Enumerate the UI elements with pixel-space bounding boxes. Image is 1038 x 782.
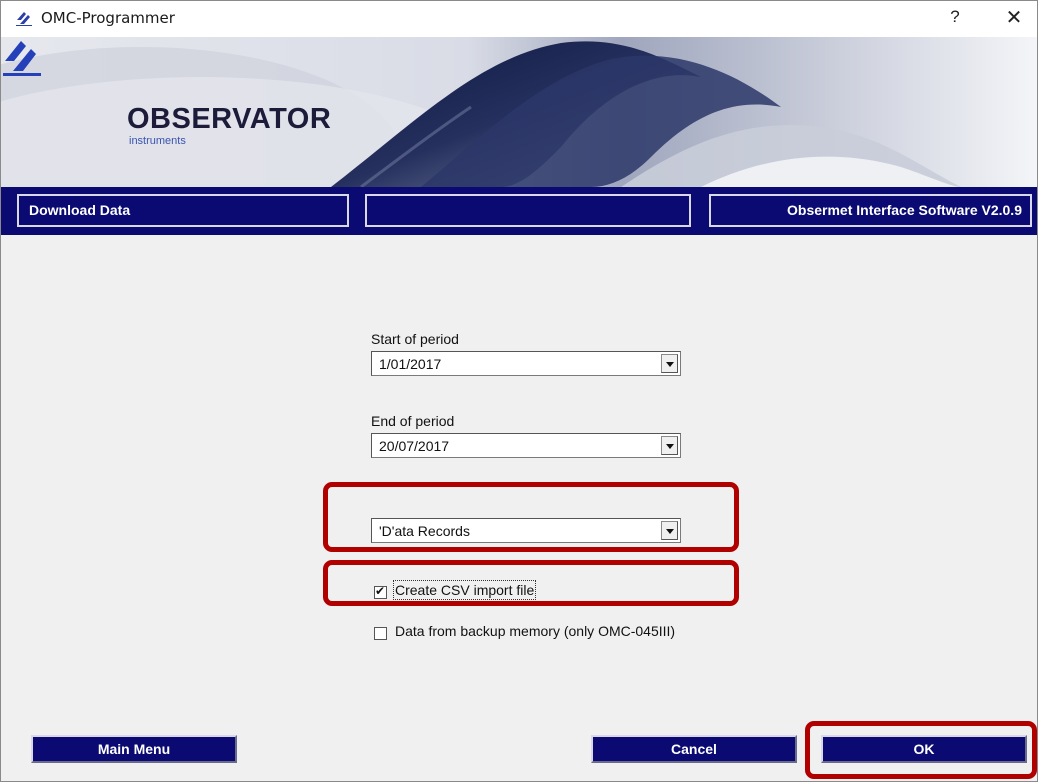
record-type-highlight [323,482,739,552]
chevron-down-icon[interactable] [661,354,678,373]
backup-checkbox-label[interactable]: Data from backup memory (only OMC-045III… [395,623,675,639]
omc-programmer-window: OMC-Programmer ? ✕ OBSERVATOR instrument… [0,0,1038,782]
brand-name: OBSERVATOR [127,103,332,135]
brand-banner: OBSERVATOR instruments [1,37,1037,187]
title-bar: OMC-Programmer ? ✕ [1,1,1037,37]
cancel-button[interactable]: Cancel [591,735,797,763]
window-title: OMC-Programmer [41,9,175,27]
end-period-dropdown[interactable]: 20/07/2017 [371,433,681,458]
software-version: Obsermet Interface Software V2.0.9 [709,194,1032,227]
main-menu-button[interactable]: Main Menu [31,735,237,763]
status-box [365,194,691,227]
backup-checkbox[interactable] [374,627,387,640]
section-title: Download Data [17,194,349,227]
help-button[interactable]: ? [945,7,965,27]
start-period-value: 1/01/2017 [379,356,442,372]
start-period-label: Start of period [371,331,459,347]
start-period-dropdown[interactable]: 1/01/2017 [371,351,681,376]
csv-highlight [323,560,739,606]
ok-highlight [805,721,1037,779]
brand-subtitle: instruments [129,135,186,147]
header-bar: Download Data Obsermet Interface Softwar… [1,187,1037,235]
end-period-value: 20/07/2017 [379,438,450,454]
download-form: Start of period 1/01/2017 End of period … [1,235,1037,781]
chevron-down-icon[interactable] [661,436,678,455]
end-period-label: End of period [371,413,455,429]
observator-logo-icon [3,41,41,76]
close-button[interactable]: ✕ [1002,5,1026,30]
app-icon [16,12,32,26]
